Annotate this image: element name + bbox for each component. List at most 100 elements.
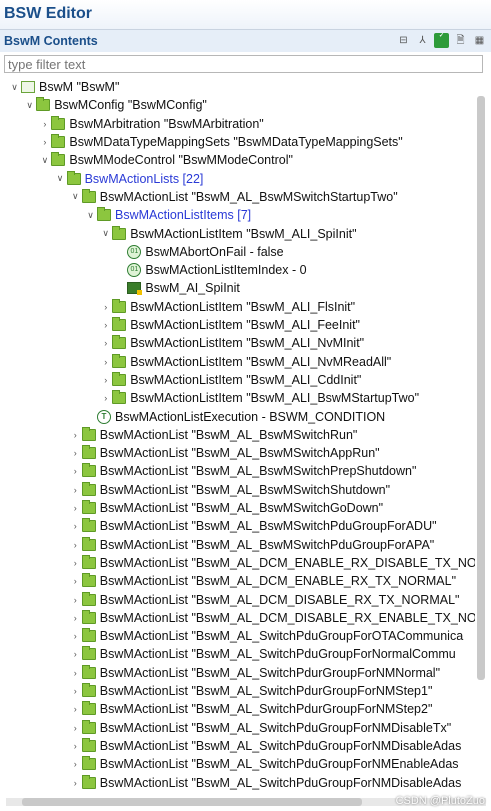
tree-node-label: BswMActionList "BswM_AL_BswMSwitchPrepSh… — [99, 464, 417, 479]
collapsed-chevron-icon[interactable]: › — [69, 759, 82, 769]
collapsed-chevron-icon[interactable]: › — [69, 576, 82, 586]
tree-node[interactable]: › BswMActionList "BswM_AL_BswMSwitchRun" — [69, 426, 357, 444]
collapsed-chevron-icon[interactable]: › — [69, 430, 82, 440]
collapsed-chevron-icon[interactable]: › — [99, 393, 112, 403]
tree-node-label: BswMActionList "BswM_AL_SwitchPduGroupFo… — [99, 629, 464, 644]
tree-node[interactable]: › BswMActionList "BswM_AL_BswMSwitchAppRu… — [69, 444, 380, 462]
collapsed-chevron-icon[interactable]: › — [69, 466, 82, 476]
tree-node-label: BswMActionLists [22] — [84, 171, 204, 186]
tree-node[interactable]: ∨ BswM "BswM" — [8, 78, 119, 96]
tree-node-label: BswMActionListItem "BswM_ALI_BswMStartup… — [130, 391, 420, 406]
collapsed-chevron-icon[interactable]: › — [69, 649, 82, 659]
expanded-chevron-icon[interactable]: ∨ — [69, 191, 82, 202]
collapsed-chevron-icon[interactable]: › — [99, 338, 112, 348]
tree-node[interactable]: › BswMActionListItem "BswM_ALI_CddInit" — [99, 371, 361, 389]
expanded-chevron-icon[interactable]: ∨ — [8, 82, 21, 93]
collapsed-chevron-icon[interactable]: › — [69, 558, 82, 568]
collapsed-chevron-icon[interactable]: › — [69, 704, 82, 714]
folder-icon — [81, 573, 96, 588]
collapse-icon[interactable]: ⊟ — [396, 33, 411, 48]
collapsed-chevron-icon[interactable]: › — [69, 485, 82, 495]
collapsed-chevron-icon[interactable]: › — [69, 723, 82, 733]
tree-node-label: BswMActionList "BswM_AL_SwitchPdurGroupF… — [99, 665, 441, 680]
tree-node[interactable]: › BswMActionList "BswM_AL_SwitchPduGroupF… — [69, 719, 451, 737]
collapsed-chevron-icon[interactable]: › — [38, 137, 51, 147]
tree-node[interactable]: › BswMActionList "BswM_AL_SwitchPdurGroup… — [69, 664, 440, 682]
collapsed-chevron-icon[interactable]: › — [99, 357, 112, 367]
file-icon[interactable]: 🗎 — [453, 33, 468, 48]
tree-node[interactable]: › BswMActionListItem "BswM_ALI_BswMStartu… — [99, 389, 419, 407]
folder-icon — [97, 207, 111, 222]
collapsed-chevron-icon[interactable]: › — [38, 119, 51, 129]
tree-node[interactable]: › BswMActionList "BswM_AL_BswMSwitchShutd… — [69, 481, 390, 499]
tree-node[interactable]: › BswMActionList "BswM_AL_SwitchPduGroupF… — [69, 755, 459, 773]
collapsed-chevron-icon[interactable]: › — [69, 595, 82, 605]
tree-node[interactable]: › BswMActionList "BswM_AL_BswMSwitchPduGr… — [69, 536, 434, 554]
tree-node[interactable]: › BswMActionList "BswM_AL_DCM_ENABLE_RX_D… — [69, 554, 475, 572]
tree-node[interactable]: › BswMActionList "BswM_AL_BswMSwitchPduGr… — [69, 517, 437, 535]
tree-node[interactable]: ∨ BswMActionList "BswM_AL_BswMSwitchStart… — [69, 188, 398, 206]
editor-title-bar: BSW Editor — [0, 0, 491, 30]
tree-node[interactable]: › BswMActionList "BswM_AL_SwitchPduGroupF… — [69, 737, 461, 755]
tree-node[interactable]: 01 BswMActionListItemIndex - 0 — [114, 261, 307, 279]
tree-node[interactable]: › BswMActionListItem "BswM_ALI_FlsInit" — [99, 298, 355, 316]
tree-node[interactable]: ∨ BswMActionListItems [7] — [84, 206, 251, 224]
tree-node-label: BswMActionList "BswM_AL_SwitchPduGroupFo… — [99, 775, 462, 790]
tree-node[interactable]: T BswMActionListExecution - BSWM_CONDITIO… — [84, 407, 385, 425]
tree-node[interactable]: BswM_AI_SpiInit — [114, 279, 240, 297]
tree-node[interactable]: › BswMActionListItem "BswM_ALI_NvMInit" — [99, 334, 364, 352]
tree-node[interactable]: › BswMActionListItem "BswM_ALI_NvMReadAll… — [99, 353, 391, 371]
tree-node[interactable]: › BswMActionList "BswM_AL_BswMSwitchGoDow… — [69, 499, 383, 517]
tree-node[interactable]: › BswMActionList "BswM_AL_SwitchPduGroupF… — [69, 773, 462, 791]
tree-node[interactable]: › BswMActionList "BswM_AL_SwitchPduGroupF… — [69, 645, 456, 663]
folder-icon — [81, 609, 96, 624]
tree-node[interactable]: › BswMDataTypeMappingSets "BswMDataTypeMa… — [38, 133, 403, 151]
folder-icon — [81, 445, 96, 460]
tree-node[interactable]: › BswMActionListItem "BswM_ALI_FeeInit" — [99, 316, 360, 334]
collapsed-chevron-icon[interactable]: › — [99, 320, 112, 330]
tree-node[interactable]: ∨ BswMActionLists [22] — [54, 170, 204, 188]
tree-node[interactable]: › BswMActionList "BswM_AL_DCM_DISABLE_RX_… — [69, 609, 475, 627]
expanded-chevron-icon[interactable]: ∨ — [84, 210, 97, 221]
collapsed-chevron-icon[interactable]: › — [69, 448, 82, 458]
tree-node[interactable]: ∨ BswMConfig "BswMConfig" — [23, 96, 207, 114]
expanded-chevron-icon[interactable]: ∨ — [54, 173, 67, 184]
collapsed-chevron-icon[interactable]: › — [69, 540, 82, 550]
vertical-scrollbar-thumb[interactable] — [477, 96, 485, 680]
expanded-chevron-icon[interactable]: ∨ — [38, 155, 51, 166]
tree-node[interactable]: › BswMActionList "BswM_AL_DCM_DISABLE_RX_… — [69, 590, 459, 608]
expanded-chevron-icon[interactable]: ∨ — [99, 228, 112, 239]
link-icon[interactable]: ⅄ — [415, 33, 430, 48]
layout-icon[interactable]: ▦ — [472, 33, 487, 48]
collapsed-chevron-icon[interactable]: › — [99, 375, 112, 385]
tree-node[interactable]: 01 BswMAbortOnFail - false — [114, 243, 284, 261]
tree-node[interactable]: › BswMActionList "BswM_AL_SwitchPdurGroup… — [69, 700, 432, 718]
folder-icon — [112, 353, 127, 368]
filter-input[interactable] — [4, 55, 483, 73]
tree-node[interactable]: › BswMActionList "BswM_AL_BswMSwitchPrepS… — [69, 462, 417, 480]
collapsed-chevron-icon[interactable]: › — [69, 613, 82, 623]
tree-node[interactable]: › BswMActionList "BswM_AL_SwitchPduGroupF… — [69, 627, 463, 645]
editor-title: BSW Editor — [4, 5, 92, 22]
collapsed-chevron-icon[interactable]: › — [69, 778, 82, 788]
folder-icon — [81, 554, 96, 569]
collapsed-chevron-icon[interactable]: › — [69, 668, 82, 678]
tree-node[interactable]: › BswMArbitration "BswMArbitration" — [38, 115, 264, 133]
folder-icon — [112, 317, 127, 332]
expanded-chevron-icon[interactable]: ∨ — [23, 100, 36, 111]
collapsed-chevron-icon[interactable]: › — [69, 631, 82, 641]
collapsed-chevron-icon[interactable]: › — [69, 503, 82, 513]
tree-node[interactable]: › BswMActionList "BswM_AL_DCM_ENABLE_RX_T… — [69, 572, 456, 590]
collapsed-chevron-icon[interactable]: › — [69, 521, 82, 531]
validate-icon[interactable]: ✓ — [434, 33, 449, 48]
tree-node[interactable]: › BswMActionList "BswM_AL_SwitchPdurGroup… — [69, 682, 432, 700]
horizontal-scrollbar-thumb[interactable] — [22, 798, 362, 806]
collapsed-chevron-icon[interactable]: › — [99, 302, 112, 312]
tree-node[interactable]: ∨ BswMModeControl "BswMModeControl" — [38, 151, 293, 169]
tree-node-label: BswMActionListItem "BswM_ALI_FeeInit" — [130, 318, 360, 333]
collapsed-chevron-icon[interactable]: › — [69, 686, 82, 696]
tree-node[interactable]: ∨ BswMActionListItem "BswM_ALI_SpiInit" — [99, 224, 357, 242]
collapsed-chevron-icon[interactable]: › — [69, 741, 82, 751]
tree-node-label: BswMActionListItemIndex - 0 — [145, 263, 307, 278]
bswm-tree[interactable]: ∨ BswM "BswM" ∨ BswMConfig "BswMConfig" › Bsw… — [1, 78, 475, 794]
